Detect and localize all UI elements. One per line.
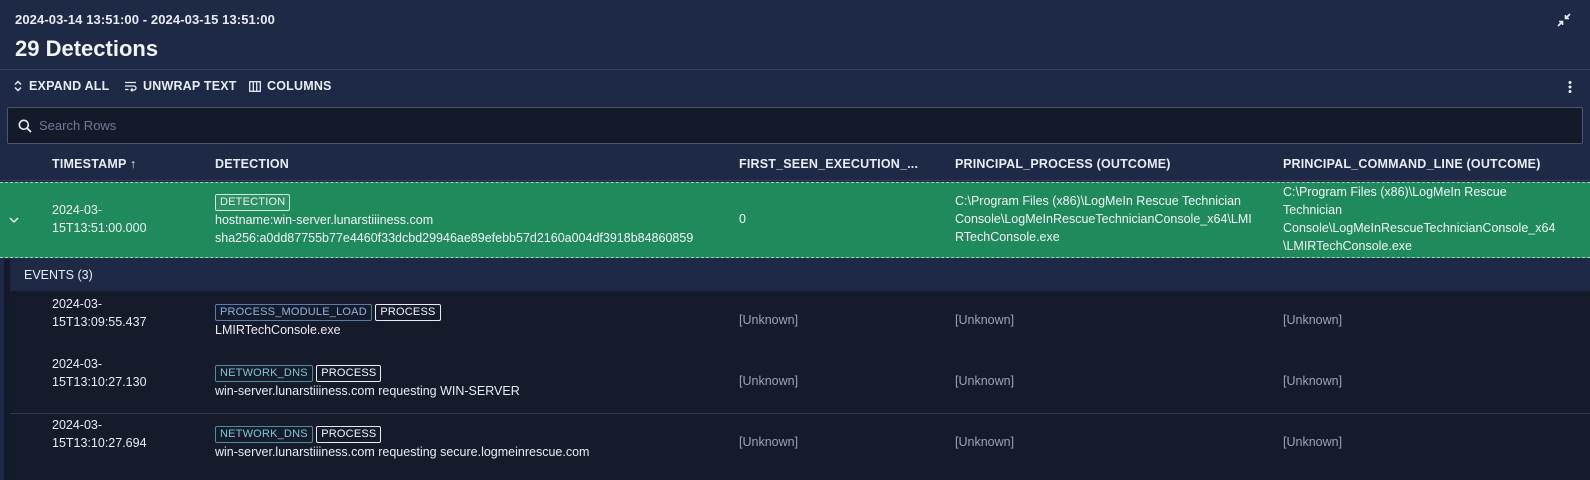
expand-all-button[interactable]: EXPAND ALL: [13, 71, 109, 101]
event-timestamp: 2024-03- 15T13:10:27.694: [52, 418, 147, 450]
event-detection: NETWORK_DNS PROCESS win-server.lunarstii…: [215, 424, 589, 461]
column-header-first-seen[interactable]: FIRST_SEEN_EXECUTION_...: [739, 157, 918, 171]
event-principal-command-line: [Unknown]: [1283, 313, 1343, 327]
column-header-detection[interactable]: DETECTION: [215, 157, 289, 171]
table-header: TIMESTAMP ↑ DETECTION FIRST_SEEN_EXECUTI…: [0, 148, 1590, 181]
search-input[interactable]: [39, 108, 1569, 143]
event-detection: NETWORK_DNS PROCESS win-server.lunarstii…: [215, 363, 520, 400]
wrap-text-icon: [124, 80, 137, 92]
panel-header: 2024-03-14 13:51:00 - 2024-03-15 13:51:0…: [0, 0, 1590, 70]
event-type-tag: PROCESS_MODULE_LOAD: [215, 304, 372, 321]
detection-timestamp: 2024-03- 15T13:51:00.000: [52, 203, 147, 235]
kebab-menu-icon[interactable]: [1564, 79, 1576, 95]
detection-hostname: hostname:win-server.lunarstiiiness.com: [215, 213, 434, 227]
detection-tag: DETECTION: [215, 194, 291, 211]
expand-all-label: EXPAND ALL: [29, 79, 110, 93]
event-principal-process: [Unknown]: [955, 435, 1015, 449]
event-description: win-server.lunarstiiiness.com requesting…: [215, 445, 590, 459]
page-title: 29 Detections: [15, 36, 159, 61]
event-description: LMIRTechConsole.exe: [215, 323, 341, 337]
event-first-seen: [Unknown]: [739, 374, 799, 388]
event-principal-command-line: [Unknown]: [1283, 374, 1343, 388]
event-type-tag: NETWORK_DNS: [215, 365, 313, 382]
detection-cell: DETECTION hostname:win-server.lunarstiii…: [215, 192, 693, 247]
chevron-down-icon[interactable]: [9, 212, 19, 227]
event-principal-command-line: [Unknown]: [1283, 435, 1343, 449]
event-principal-process: [Unknown]: [955, 313, 1015, 327]
sort-ascending-icon: ↑: [129, 157, 137, 171]
column-header-principal-process[interactable]: PRINCIPAL_PROCESS (OUTCOME): [955, 157, 1171, 171]
event-timestamp: 2024-03- 15T13:10:27.130: [52, 357, 147, 389]
events-label: EVENTS (3): [24, 268, 93, 282]
entity-type-tag: PROCESS: [375, 304, 441, 321]
unwrap-text-label: UNWRAP TEXT: [143, 79, 237, 93]
event-row[interactable]: 2024-03- 15T13:10:27.694 NETWORK_DNS PRO…: [10, 414, 1590, 480]
event-description: win-server.lunarstiiiness.com requesting…: [215, 384, 520, 398]
event-principal-process: [Unknown]: [955, 374, 1015, 388]
detection-sha256: sha256:a0dd87755b77e4460f33dcbd29946ae89…: [215, 231, 694, 245]
collapse-icon[interactable]: [1556, 12, 1572, 28]
entity-type-tag: PROCESS: [316, 426, 382, 443]
detection-row[interactable]: 2024-03- 15T13:51:00.000 DETECTION hostn…: [0, 182, 1590, 258]
search-bar: [7, 107, 1583, 144]
unfold-icon: [13, 80, 23, 92]
columns-icon: [249, 80, 261, 92]
event-first-seen: [Unknown]: [739, 313, 799, 327]
detection-principal-process: C:\Program Files (x86)\LogMeIn Rescue Te…: [955, 194, 1252, 244]
event-first-seen: [Unknown]: [739, 435, 799, 449]
events-section-header: EVENTS (3): [0, 259, 1590, 291]
time-range: 2024-03-14 13:51:00 - 2024-03-15 13:51:0…: [15, 12, 275, 27]
columns-button[interactable]: COLUMNS: [249, 71, 332, 101]
event-row[interactable]: 2024-03- 15T13:10:27.130 NETWORK_DNS PRO…: [10, 352, 1590, 414]
entity-type-tag: PROCESS: [316, 365, 382, 382]
event-type-tag: NETWORK_DNS: [215, 426, 313, 443]
detection-first-seen: 0: [739, 212, 746, 226]
event-row[interactable]: 2024-03- 15T13:09:55.437 PROCESS_MODULE_…: [10, 291, 1590, 353]
unwrap-text-button[interactable]: UNWRAP TEXT: [124, 71, 237, 101]
event-timestamp: 2024-03- 15T13:09:55.437: [52, 297, 147, 329]
toolbar: EXPAND ALL UNWRAP TEXT COLUMNS: [0, 71, 1590, 101]
event-detection: PROCESS_MODULE_LOAD PROCESS LMIRTechCons…: [215, 302, 441, 339]
columns-label: COLUMNS: [267, 79, 332, 93]
detection-principal-command-line: C:\Program Files (x86)\LogMeIn Rescue Te…: [1283, 185, 1556, 253]
column-header-timestamp[interactable]: TIMESTAMP ↑: [52, 157, 136, 171]
search-icon: [18, 119, 32, 133]
column-header-principal-command-line[interactable]: PRINCIPAL_COMMAND_LINE (OUTCOME): [1283, 157, 1541, 171]
